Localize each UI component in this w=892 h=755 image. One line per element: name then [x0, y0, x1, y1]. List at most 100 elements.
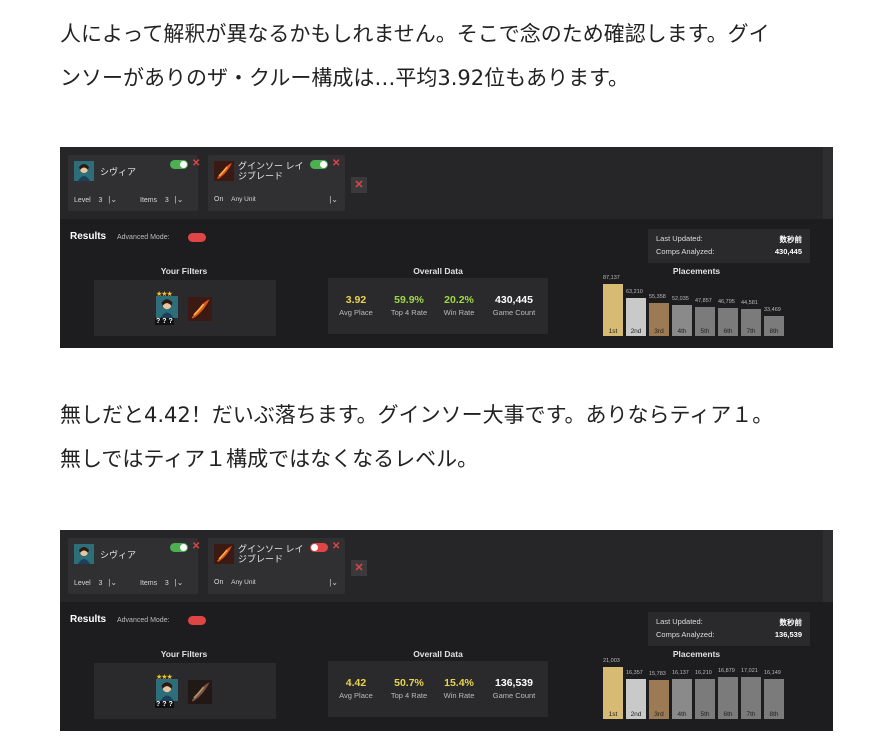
unit-filter-card[interactable]: シヴィア ✕ Level 3 |⌄ Items 3 |⌄ — [68, 155, 200, 211]
placement-bar-5th: 5th 16,210 — [695, 670, 715, 719]
avg-place-label: Avg Place — [339, 308, 373, 317]
placement-bar-7th: 7th 44,581 — [741, 300, 761, 336]
item-name-line-2: ジブレード — [238, 554, 284, 564]
comps-analyzed-value: 430,445 — [774, 247, 802, 256]
unit-items-select[interactable]: Items 3 |⌄ — [140, 195, 183, 206]
any-unit-value: Any Unit — [231, 196, 256, 203]
unit-toggle-on[interactable] — [170, 543, 188, 552]
unit-level-select[interactable]: Level 3 |⌄ — [74, 195, 117, 206]
paragraph-2: 無しだと4.42！だいぶ落ちます。グインソー大事です。ありならティア１。 無しで… — [60, 393, 850, 481]
items-value: 3 — [164, 197, 169, 204]
chevron-down-icon[interactable]: |⌄ — [108, 578, 117, 587]
avg-place-stat: 4.42 Avg Place — [332, 677, 380, 701]
item-name: グインソー レイ ジブレード — [238, 544, 304, 564]
results-panel-with-item: シヴィア ✕ Level 3 |⌄ Items 3 |⌄ グインソー レイ ジブ… — [60, 147, 833, 348]
win-rate-stat: 15.4% Win Rate — [436, 677, 482, 701]
placement-label: 4th — [677, 328, 687, 335]
game-count-value: 136,539 — [495, 677, 533, 689]
your-filters-box: ★★★ ? ? ? — [94, 280, 276, 336]
item-holder-select[interactable]: On Any Unit |⌄ — [214, 195, 340, 205]
level-value: 3 — [98, 580, 103, 587]
item-toggle-on[interactable] — [310, 160, 328, 169]
top4-rate-label: Top 4 Rate — [390, 308, 428, 317]
last-updated-box: Last Updated: 数秒前 Comps Analyzed: 430,44… — [648, 229, 810, 263]
placement-label: 1st — [608, 328, 618, 335]
placement-label: 2nd — [630, 711, 642, 718]
unit-items-select[interactable]: Items 3 |⌄ — [140, 578, 183, 589]
unit-toggle-on[interactable] — [170, 160, 188, 169]
chevron-down-icon[interactable]: |⌄ — [108, 195, 117, 204]
top4-rate-label: Top 4 Rate — [390, 691, 428, 700]
chevron-down-icon[interactable]: |⌄ — [175, 195, 184, 204]
placement-count: 44,581 — [741, 300, 758, 306]
paragraph-2-line-1: 無しだと4.42！だいぶ落ちます。グインソー大事です。ありならティア１。 — [60, 403, 774, 427]
unknown-items-label: ? ? ? — [155, 701, 174, 708]
advanced-mode-toggle[interactable] — [188, 616, 206, 625]
guinsoo-rageblade-icon — [214, 544, 234, 564]
top4-rate-stat: 50.7% Top 4 Rate — [384, 677, 434, 701]
placements-chart: 1st 87,137 2nd 63,210 3rd 55,358 4th 52,035 5th 4… — [603, 275, 790, 336]
placement-label: 2nd — [630, 328, 642, 335]
remove-unit-x-icon[interactable]: ✕ — [192, 159, 200, 169]
comps-analyzed-value: 136,539 — [774, 630, 802, 639]
placement-label: 5th — [700, 328, 710, 335]
items-label: Items — [140, 580, 158, 587]
placement-bar-8th: 8th 16,149 — [764, 670, 784, 719]
placement-label: 1st — [608, 711, 618, 718]
placement-count: 21,003 — [603, 658, 620, 664]
add-filter-x-button[interactable]: ✕ — [351, 560, 367, 576]
items-label: Items — [140, 197, 158, 204]
game-count-stat: 136,539 Game Count — [484, 677, 544, 701]
guinsoo-rageblade-filter-icon — [188, 297, 212, 321]
win-rate-stat: 20.2% Win Rate — [436, 294, 482, 318]
unit-level-select[interactable]: Level 3 |⌄ — [74, 578, 117, 589]
overall-data-box: 3.92 Avg Place 59.9% Top 4 Rate 20.2% Wi… — [328, 278, 548, 334]
level-value: 3 — [98, 197, 103, 204]
placement-bar-3rd: 3rd 55,358 — [649, 294, 669, 336]
guinsoo-rageblade-icon — [214, 161, 234, 181]
item-filter-card[interactable]: グインソー レイ ジブレード ✕ On Any Unit |⌄ — [208, 155, 345, 211]
placement-count: 33,469 — [764, 307, 781, 313]
paragraph-1-line-1: 人によって解釈が異なるかもしれません。そこで念のため確認します。グイ — [60, 22, 770, 46]
paragraph-2-line-2: 無しではティア１構成ではなくなるレベル。 — [60, 447, 479, 471]
item-filter-card[interactable]: グインソー レイ ジブレード ✕ On Any Unit |⌄ — [208, 538, 345, 594]
placement-bar-6th: 6th 46,795 — [718, 299, 738, 336]
placement-count: 16,149 — [764, 670, 781, 676]
chevron-down-icon[interactable]: |⌄ — [329, 578, 338, 588]
placement-bar-8th: 8th 33,469 — [764, 307, 784, 336]
unit-filter-card[interactable]: シヴィア ✕ Level 3 |⌄ Items 3 |⌄ — [68, 538, 200, 594]
remove-item-x-icon[interactable]: ✕ — [332, 159, 340, 169]
placements-chart: 1st 21,003 2nd 16,357 3rd 15,783 4th 16,137 5th 1… — [603, 658, 790, 719]
add-filter-x-button[interactable]: ✕ — [351, 177, 367, 193]
chevron-down-icon[interactable]: |⌄ — [175, 578, 184, 587]
results-heading: Results — [70, 614, 107, 625]
placement-label: 5th — [700, 711, 710, 718]
placement-bar-3rd: 3rd 15,783 — [649, 671, 669, 719]
win-rate-value: 20.2% — [444, 294, 474, 306]
placement-label: 7th — [746, 328, 756, 335]
game-count-label: Game Count — [492, 308, 536, 317]
top4-rate-value: 59.9% — [394, 294, 424, 306]
placement-bar-4th: 4th 16,137 — [672, 670, 692, 719]
advanced-mode-toggle[interactable] — [188, 233, 206, 242]
placement-bar-4th: 4th 52,035 — [672, 296, 692, 336]
game-count-value: 430,445 — [495, 294, 533, 306]
sivir-unit-portrait — [74, 161, 94, 181]
placement-bar-2nd: 2nd 63,210 — [626, 289, 646, 336]
placement-label: 3rd — [654, 711, 664, 718]
guinsoo-rageblade-filter-icon — [188, 680, 212, 704]
chevron-down-icon[interactable]: |⌄ — [329, 195, 338, 205]
advanced-mode-label: Advanced Mode: — [117, 234, 170, 241]
avg-place-value: 4.42 — [345, 677, 367, 689]
item-name-line-2: ジブレード — [238, 171, 284, 181]
placement-bar-1st: 1st 21,003 — [603, 658, 623, 719]
item-toggle-off[interactable] — [310, 543, 328, 552]
win-rate-value: 15.4% — [444, 677, 474, 689]
remove-unit-x-icon[interactable]: ✕ — [192, 542, 200, 552]
item-holder-select[interactable]: On Any Unit |⌄ — [214, 578, 340, 588]
placement-label: 8th — [769, 328, 779, 335]
any-unit-value: Any Unit — [231, 579, 256, 586]
remove-item-x-icon[interactable]: ✕ — [332, 542, 340, 552]
paragraph-1: 人によって解釈が異なるかもしれません。そこで念のため確認します。グイ ンソーがあ… — [60, 12, 850, 100]
items-value: 3 — [164, 580, 169, 587]
